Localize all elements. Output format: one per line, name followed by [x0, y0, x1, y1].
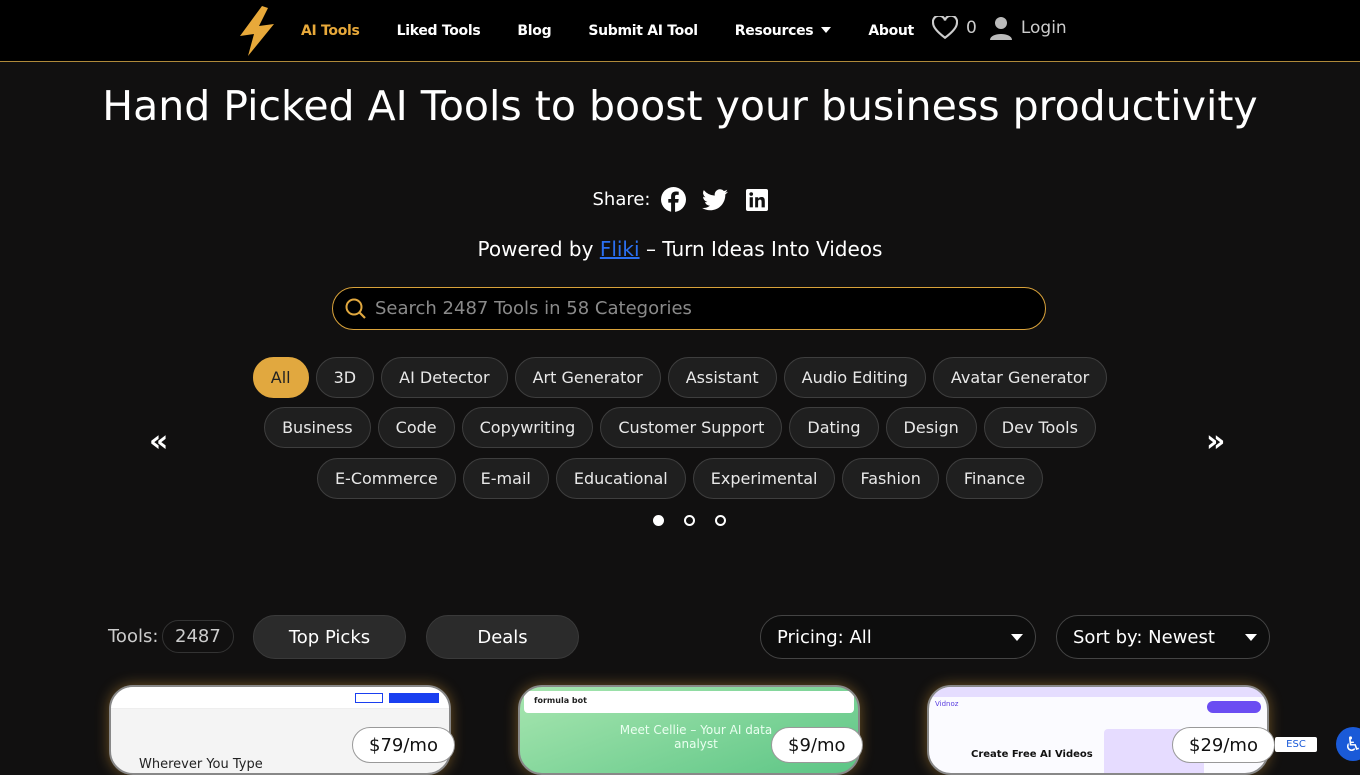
fliki-link[interactable]: Fliki [600, 237, 640, 261]
price-badge: $29/mo [1172, 727, 1275, 763]
chevron-down-icon [821, 27, 832, 38]
category-chip[interactable]: Finance [945, 458, 1044, 499]
share-bar: Share: [0, 187, 1360, 212]
nav-liked-tools[interactable]: Liked Tools [397, 23, 481, 39]
card-headline: Meet Cellie – Your AI data analyst [619, 723, 773, 751]
category-chip[interactable]: Dating [789, 407, 879, 448]
tools-label: Tools: [108, 626, 159, 647]
deals-button[interactable]: Deals [426, 615, 579, 659]
tools-count: 2487 [162, 620, 234, 653]
card-brand: formula bot [524, 691, 854, 713]
card-headline: Create Free AI Videos [971, 749, 1093, 760]
category-chip[interactable]: E-Commerce [316, 458, 456, 499]
category-chip[interactable]: Art Generator [514, 357, 661, 398]
search-bar [332, 287, 1046, 330]
category-row: All 3D AI Detector Art Generator Assistant Au… [0, 357, 1360, 398]
top-nav: AI Tools Liked Tools Blog Submit AI Tool… [0, 0, 1360, 62]
nav-resources[interactable]: Resources [735, 23, 832, 39]
nav-about[interactable]: About [868, 23, 914, 39]
category-chip[interactable]: E-mail [462, 458, 549, 499]
category-chip[interactable]: Customer Support [600, 407, 783, 448]
tools-toolbar: Tools: 2487 Top Picks Deals Pricing: All… [108, 615, 1270, 659]
linkedin-icon[interactable] [745, 188, 768, 211]
price-badge: $79/mo [352, 727, 455, 763]
heart-icon[interactable] [932, 16, 958, 40]
category-chip[interactable]: Copywriting [461, 407, 594, 448]
category-chip[interactable]: 3D [315, 357, 375, 398]
carousel-dot[interactable] [684, 515, 695, 526]
lightning-logo-icon[interactable] [238, 6, 276, 56]
category-chip[interactable]: Business [264, 407, 371, 448]
nav-submit-ai-tool[interactable]: Submit AI Tool [588, 23, 698, 39]
pricing-select[interactable]: Pricing: All [760, 615, 1036, 659]
category-chip[interactable]: Audio Editing [783, 357, 926, 398]
category-chip[interactable]: Experimental [692, 458, 836, 499]
nav-ai-tools[interactable]: AI Tools [301, 23, 360, 39]
carousel-next-button[interactable]: » [1206, 424, 1225, 459]
category-chip[interactable]: Dev Tools [983, 407, 1096, 448]
search-icon [345, 298, 366, 319]
card-headline: Wherever You Type [139, 757, 263, 772]
sort-select[interactable]: Sort by: Newest [1056, 615, 1270, 659]
powered-by: Powered by Fliki – Turn Ideas Into Video… [477, 237, 883, 261]
category-chip[interactable]: All [252, 357, 309, 398]
top-picks-button[interactable]: Top Picks [253, 615, 406, 659]
carousel-pagination [653, 515, 726, 526]
accessibility-icon[interactable]: ♿ [1336, 727, 1360, 761]
category-row: E-Commerce E-mail Educational Experimental F… [0, 458, 1360, 499]
facebook-icon[interactable] [660, 187, 686, 212]
category-chip[interactable]: Educational [555, 458, 686, 499]
category-chip[interactable]: Fashion [842, 458, 939, 499]
category-chip[interactable]: Avatar Generator [932, 357, 1108, 398]
liked-count: 0 [966, 18, 977, 38]
carousel-dot[interactable] [653, 515, 664, 526]
category-chip[interactable]: AI Detector [381, 357, 508, 398]
price-badge: $9/mo [771, 727, 863, 763]
category-row: Business Code Copywriting Customer Support D… [0, 407, 1360, 448]
share-label: Share: [592, 189, 651, 210]
category-chip[interactable]: Code [377, 407, 455, 448]
page-title: Hand Picked AI Tools to boost your busin… [102, 82, 1258, 130]
category-chip[interactable]: Design [885, 407, 977, 448]
carousel-prev-button[interactable]: « [149, 424, 168, 459]
caret-down-icon [1011, 634, 1023, 647]
carousel-dot[interactable] [715, 515, 726, 526]
category-chip[interactable]: Assistant [667, 357, 777, 398]
esc-button[interactable]: ESC [1275, 737, 1317, 752]
search-input[interactable] [375, 298, 1015, 319]
user-icon[interactable] [989, 16, 1013, 40]
nav-blog[interactable]: Blog [517, 23, 551, 39]
caret-down-icon [1245, 634, 1257, 647]
card-preview-header [111, 687, 449, 709]
login-link[interactable]: Login [1021, 18, 1067, 38]
twitter-icon[interactable] [701, 188, 728, 211]
